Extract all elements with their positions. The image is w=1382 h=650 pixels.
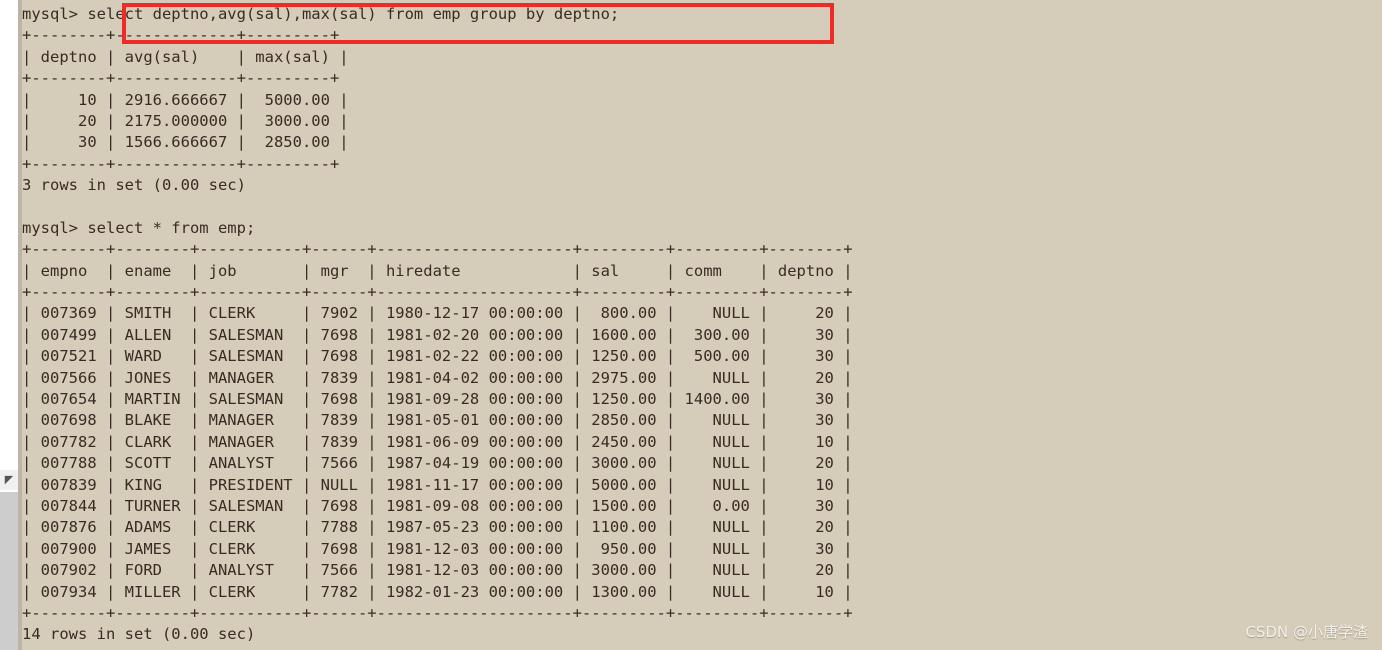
console-line: | 007900 | JAMES | CLERK | 7698 | 1981-1… [22, 539, 853, 558]
console-line: +--------+-------------+---------+ [22, 69, 340, 88]
console-line: | empno | ename | job | mgr | hiredate |… [22, 261, 853, 280]
console-line: | 007844 | TURNER | SALESMAN | 7698 | 19… [22, 496, 853, 515]
console-line: | 30 | 1566.666667 | 2850.00 | [22, 133, 349, 152]
console-line: | 007876 | ADAMS | CLERK | 7788 | 1987-0… [22, 518, 853, 537]
console-line: mysql> select deptno,avg(sal),max(sal) f… [22, 5, 620, 23]
chevron-up-icon[interactable]: ◤ [2, 474, 16, 486]
console-line: | 007521 | WARD | SALESMAN | 7698 | 1981… [22, 347, 853, 366]
csdn-watermark: CSDN @小唐学渣 [1245, 623, 1368, 641]
scrollbar-track-upper[interactable] [0, 0, 18, 470]
console-line: | 007788 | SCOTT | ANALYST | 7566 | 1987… [22, 454, 853, 473]
console-line: | 007782 | CLARK | MANAGER | 7839 | 1981… [22, 432, 853, 451]
mysql-console-pane[interactable]: mysql> select deptno,avg(sal),max(sal) f… [18, 0, 1382, 650]
console-line: | 007934 | MILLER | CLERK | 7782 | 1982-… [22, 582, 853, 601]
console-line: +--------+-------------+---------+ [22, 154, 340, 173]
console-line: | 20 | 2175.000000 | 3000.00 | [22, 111, 349, 130]
console-output: mysql> select deptno,avg(sal),max(sal) f… [22, 4, 853, 646]
console-line: | 007499 | ALLEN | SALESMAN | 7698 | 198… [22, 325, 853, 344]
console-line: | 007566 | JONES | MANAGER | 7839 | 1981… [22, 368, 853, 387]
console-line: 3 rows in set (0.00 sec) [22, 176, 246, 195]
console-line: +--------+--------+-----------+------+--… [22, 283, 853, 302]
console-line: +--------+--------+-----------+------+--… [22, 603, 853, 622]
console-line: +--------+--------+-----------+------+--… [22, 240, 853, 259]
vertical-scrollbar[interactable]: ◤ [0, 0, 18, 650]
console-line: mysql> select * from emp; [22, 218, 256, 237]
console-line: | 007902 | FORD | ANALYST | 7566 | 1981-… [22, 561, 853, 580]
terminal-screenshot: ◤ mysql> select deptno,avg(sal),max(sal)… [0, 0, 1382, 650]
console-line: | 007839 | KING | PRESIDENT | NULL | 198… [22, 475, 853, 494]
console-line: | 007698 | BLAKE | MANAGER | 7839 | 1981… [22, 411, 853, 430]
scrollbar-thumb[interactable] [0, 492, 18, 650]
console-line: +--------+-------------+---------+ [22, 26, 340, 45]
console-line: | 10 | 2916.666667 | 5000.00 | [22, 90, 349, 109]
console-line: | 007654 | MARTIN | SALESMAN | 7698 | 19… [22, 390, 853, 409]
console-line: | 007369 | SMITH | CLERK | 7902 | 1980-1… [22, 304, 853, 323]
console-line: | deptno | avg(sal) | max(sal) | [22, 47, 349, 66]
console-line: 14 rows in set (0.00 sec) [22, 625, 256, 644]
